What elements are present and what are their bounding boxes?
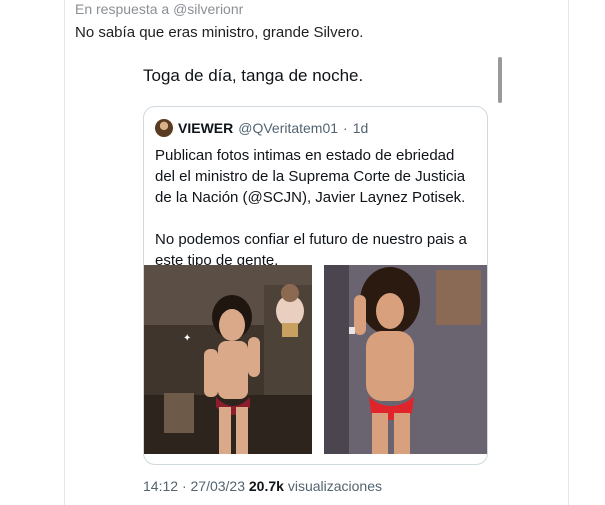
views-count: 20.7k	[248, 478, 284, 494]
post-meta: 14:12 · 27/03/23 20.7k visualizaciones	[143, 478, 382, 494]
reply-prefix: En respuesta a	[75, 1, 170, 17]
separator-dot: ·	[181, 478, 187, 494]
quoted-post-header: VIEWER @QVeritatem01 · 1d	[155, 119, 368, 137]
post-date[interactable]: 27/03/23	[191, 478, 246, 494]
quoted-author-name[interactable]: VIEWER	[178, 120, 233, 136]
scrollbar[interactable]	[498, 57, 502, 103]
photo-left-graphic	[144, 265, 312, 454]
quoted-post-time[interactable]: 1d	[353, 120, 369, 136]
avatar[interactable]	[155, 119, 173, 137]
reply-handle-link[interactable]: @silverionr	[173, 1, 243, 17]
reply-text: No sabía que eras ministro, grande Silve…	[75, 24, 364, 41]
photo-right-graphic	[324, 265, 487, 454]
post-text: Toga de día, tanga de noche.	[143, 66, 364, 85]
quoted-author-handle[interactable]: @QVeritatem01	[238, 120, 338, 136]
post-time[interactable]: 14:12	[143, 478, 178, 494]
photo-left[interactable]	[144, 265, 312, 454]
photo-right[interactable]	[324, 265, 487, 454]
quoted-post[interactable]: VIEWER @QVeritatem01 · 1d Publican fotos…	[143, 106, 488, 465]
reply-context: En respuesta a @silverionr	[75, 1, 243, 17]
views-label: visualizaciones	[287, 478, 382, 494]
separator-dot: ·	[343, 120, 348, 136]
quoted-paragraph: Publican fotos intimas en estado de ebri…	[155, 147, 466, 206]
sparkle-icon[interactable]: ✦	[183, 334, 193, 344]
quoted-post-body: Publican fotos intimas en estado de ebri…	[155, 145, 475, 271]
